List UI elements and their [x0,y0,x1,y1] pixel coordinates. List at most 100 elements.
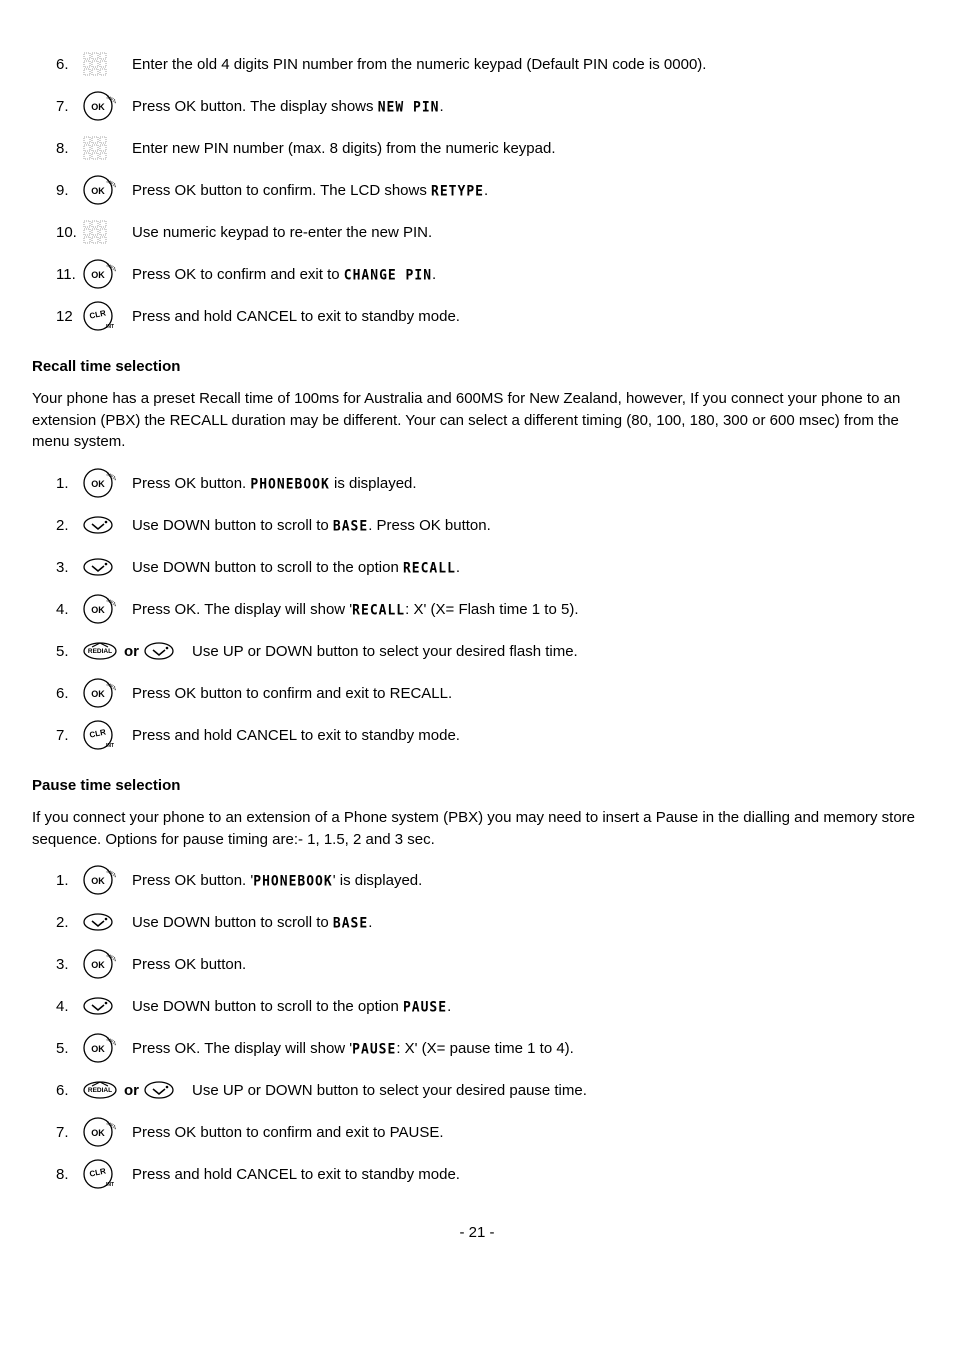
ok-button-icon [82,90,116,124]
clr-button-icon [82,1158,116,1192]
step-icon-slot [82,1032,132,1066]
step-text: Use UP or DOWN button to select your des… [192,1080,922,1102]
instruction-step: 8. Press and hold CANCEL to exit to stand… [56,1158,922,1192]
step-number: 4. [56,599,82,621]
pause-heading: Pause time selection [32,775,922,797]
clr-button-icon [82,719,116,753]
lcd-text: BASE [333,914,368,935]
lcd-text: RECALL [352,601,405,622]
step-icon-slot [82,300,132,334]
instruction-step: 10. Use numeric keypad to re-enter the ne… [56,216,922,250]
step-text: Use DOWN button to scroll to the option … [132,996,922,1018]
section2-steps: 1. Press OK button. PHONEBOOK is displaye… [56,467,922,753]
step-icon-slot [82,557,132,579]
step-icon-slot [82,515,132,537]
redial-button-icon [82,1080,120,1102]
step-number: 7. [56,96,82,118]
ok-button-icon [82,677,116,711]
keypad-icon [82,51,110,79]
step-number: 1. [56,473,82,495]
step-icon-slot [82,912,132,934]
instruction-step: 11.Press OK to confirm and exit to CHANG… [56,258,922,292]
page-number: - 21 - [32,1222,922,1244]
step-text: Use numeric keypad to re-enter the new P… [132,222,922,244]
step-icon-slot [82,258,132,292]
step-text: Press OK button. 'PHONEBOOK' is displaye… [132,870,922,892]
lcd-text: PAUSE [403,998,447,1019]
step-number: 6. [56,54,82,76]
step-number: 10. [56,222,82,244]
step-number: 12 [56,306,82,328]
step-number: 1. [56,870,82,892]
step-text: Press OK button. The display shows NEW P… [132,96,922,118]
lcd-text: CHANGE PIN [344,266,432,287]
instruction-step: 6. Press OK button to confirm and exit to… [56,677,922,711]
step-text: Enter new PIN number (max. 8 digits) fro… [132,138,922,160]
step-text: Press OK. The display will show 'PAUSE: … [132,1038,922,1060]
step-text: Press OK button. [132,954,922,976]
clr-button-icon [82,300,116,334]
keypad-icon [82,135,110,163]
ok-button-icon [82,948,116,982]
step-number: 9. [56,180,82,202]
lcd-text: PHONEBOOK [250,475,329,496]
step-text: Enter the old 4 digits PIN number from t… [132,54,922,76]
instruction-step: 8. Enter new PIN number (max. 8 digits) f… [56,132,922,166]
step-icon-slot [82,677,132,711]
down-button-icon [82,515,116,537]
keypad-icon [82,219,110,247]
instruction-step: 9.Press OK button to confirm. The LCD sh… [56,174,922,208]
step-icon-slot: or [82,1080,192,1102]
step-text: Press OK button to confirm and exit to R… [132,683,922,705]
section3-steps: 1. Press OK button. 'PHONEBOOK' is displa… [56,864,922,1192]
instruction-step: 6. Enter the old 4 digits PIN number from… [56,48,922,82]
step-text: Use DOWN button to scroll to BASE. Press… [132,515,922,537]
step-icon-slot [82,996,132,1018]
step-text: Press and hold CANCEL to exit to standby… [132,306,922,328]
instruction-step: 4.Use DOWN button to scroll to the optio… [56,990,922,1024]
step-number: 8. [56,1164,82,1186]
step-text: Use UP or DOWN button to select your des… [192,641,922,663]
step-number: 8. [56,138,82,160]
instruction-step: 3.Use DOWN button to scroll to the optio… [56,551,922,585]
down-button-icon [143,641,177,663]
instruction-step: 7. Press OK button to confirm and exit to… [56,1116,922,1150]
step-number: 5. [56,641,82,663]
instruction-step: 1. Press OK button. PHONEBOOK is displaye… [56,467,922,501]
step-icon-slot [82,948,132,982]
step-number: 5. [56,1038,82,1060]
recall-intro: Your phone has a preset Recall time of 1… [32,388,922,453]
step-icon-slot [82,467,132,501]
lcd-text: PAUSE [352,1040,396,1061]
step-number: 6. [56,683,82,705]
ok-button-icon [82,864,116,898]
instruction-step: 6.orUse UP or DOWN button to select your… [56,1074,922,1108]
instruction-step: 2.Use DOWN button to scroll to BASE. Pre… [56,509,922,543]
instruction-step: 7. Press OK button. The display shows NEW… [56,90,922,124]
step-number: 2. [56,912,82,934]
instruction-step: 5. or Use UP or DOWN button to select your… [56,635,922,669]
section1-steps: 6. Enter the old 4 digits PIN number from… [56,48,922,334]
down-button-icon [82,557,116,579]
ok-button-icon [82,1116,116,1150]
step-icon-slot [82,1158,132,1192]
step-text: Press OK button. PHONEBOOK is displayed. [132,473,922,495]
step-number: 6. [56,1080,82,1102]
lcd-text: BASE [333,517,368,538]
lcd-text: NEW PIN [378,98,440,119]
step-number: 7. [56,1122,82,1144]
step-text: Press OK button to confirm and exit to P… [132,1122,922,1144]
step-icon-slot [82,719,132,753]
step-number: 11. [56,264,82,286]
ok-button-icon [82,593,116,627]
step-text: Press and hold CANCEL to exit to standby… [132,1164,922,1186]
or-label: or [124,641,139,663]
down-button-icon [143,1080,177,1102]
instruction-step: 4.Press OK. The display will show 'RECAL… [56,593,922,627]
lcd-text: PHONEBOOK [253,872,332,893]
instruction-step: 2.Use DOWN button to scroll to BASE. [56,906,922,940]
instruction-step: 7.Press and hold CANCEL to exit to stand… [56,719,922,753]
step-icon-slot: or [82,641,192,663]
down-button-icon [82,912,116,934]
ok-button-icon [82,1032,116,1066]
